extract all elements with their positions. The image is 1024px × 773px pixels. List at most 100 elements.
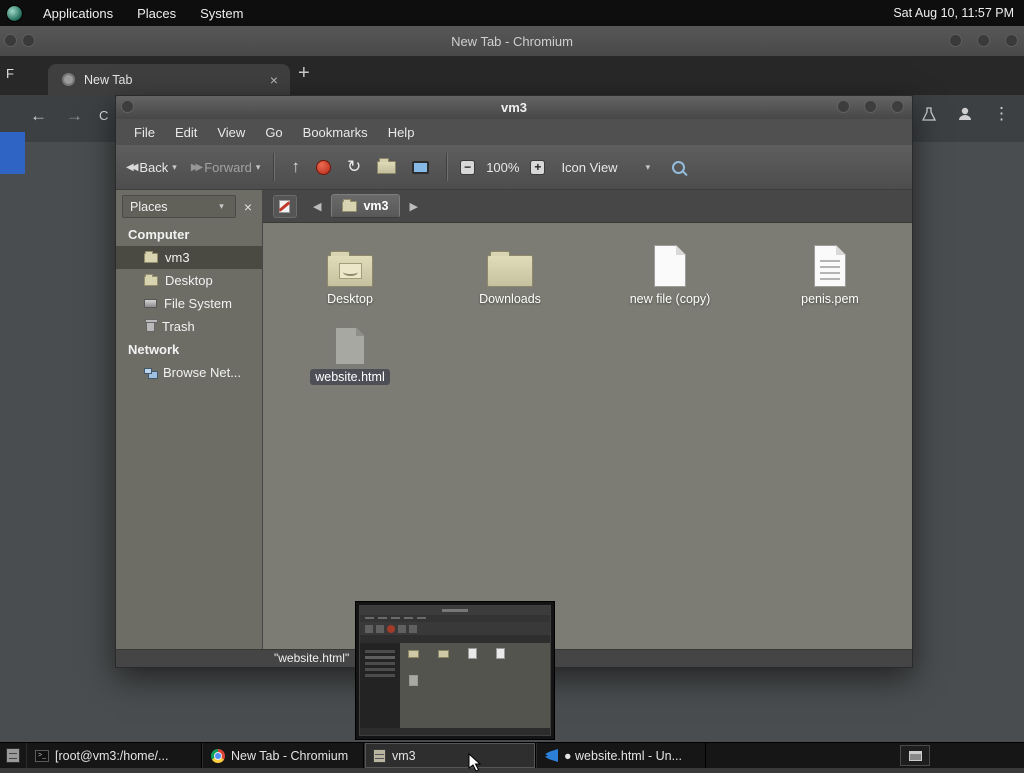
sidebar-item-browse-network[interactable]: Browse Net... [116, 361, 262, 384]
distro-menu-icon[interactable] [6, 5, 23, 22]
computer-button-icon[interactable] [412, 161, 429, 174]
home-button-icon[interactable] [377, 161, 396, 174]
tab-label: New Tab [84, 73, 132, 87]
browser-forward-icon[interactable]: → [66, 106, 83, 126]
profile-avatar-icon[interactable] [957, 106, 973, 122]
view-mode-dropdown-icon[interactable]: ▾ [646, 162, 651, 173]
menu-edit[interactable]: Edit [165, 125, 207, 140]
menu-file[interactable]: File [124, 125, 165, 140]
browser-back-icon[interactable]: ← [30, 106, 47, 126]
path-back-icon[interactable]: ◀ [313, 200, 321, 213]
sidebar-view-select[interactable]: Places ▾ [122, 195, 236, 218]
experiments-flask-icon[interactable] [921, 106, 937, 123]
sidebar-item-network[interactable]: Network [116, 338, 262, 361]
network-icon [144, 368, 152, 374]
maximize-button-icon[interactable] [977, 34, 990, 47]
browser-menu-icon[interactable]: ⋮ [993, 104, 1010, 124]
omnibox-partial-text[interactable]: C [99, 108, 108, 123]
panel-menu-places[interactable]: Places [125, 0, 188, 26]
path-button-label: vm3 [363, 199, 388, 213]
minimize-button-icon[interactable] [837, 100, 850, 113]
preview-location-bar [360, 635, 550, 643]
preview-toolbar [360, 622, 550, 635]
up-button-icon[interactable]: ↑ [291, 157, 300, 177]
zoom-in-button[interactable]: + [530, 160, 545, 175]
sidebar-item-trash[interactable]: Trash [116, 315, 262, 338]
window-button-icon[interactable] [22, 34, 35, 47]
taskbar-item-terminal[interactable]: >_ [root@vm3:/home/... [26, 743, 202, 768]
tab-favicon-icon [62, 73, 75, 86]
taskbar-preview-thumbnail [355, 601, 555, 740]
tab-new-tab[interactable]: New Tab × [48, 64, 290, 95]
file-list-area[interactable]: Desktop Downloads new file (copy) penis.… [263, 223, 912, 649]
preview-menubar [360, 615, 550, 622]
taskbar-item-chromium[interactable]: New Tab - Chromium [202, 743, 364, 768]
stop-button-icon[interactable] [316, 160, 331, 175]
toolbar-separator [273, 153, 274, 181]
menu-view[interactable]: View [207, 125, 255, 140]
edit-location-icon[interactable] [273, 195, 297, 218]
zoom-out-button[interactable]: − [460, 160, 475, 175]
panel-menu-applications[interactable]: Applications [31, 0, 125, 26]
sidebar-item-label: Network [128, 342, 179, 357]
forward-button[interactable]: Forward [204, 160, 252, 175]
back-button[interactable]: Back [139, 160, 168, 175]
file-name: website.html [310, 369, 389, 385]
close-button-icon[interactable] [1005, 34, 1018, 47]
sidebar-item-vm3[interactable]: vm3 [116, 246, 262, 269]
preview-content [400, 643, 550, 728]
menu-go[interactable]: Go [255, 125, 292, 140]
tab-close-icon[interactable]: × [270, 72, 278, 88]
forward-dropdown-icon[interactable]: ▾ [256, 162, 261, 173]
taskbar-item-vscode[interactable]: ● website.html - Un... [536, 743, 706, 768]
panel-clock[interactable]: Sat Aug 10, 11:57 PM [893, 6, 1024, 20]
file-manager-launcher[interactable] [0, 743, 26, 768]
menu-bookmarks[interactable]: Bookmarks [293, 125, 378, 140]
workspace-switcher[interactable] [900, 745, 930, 766]
file-manager-titlebar[interactable]: vm3 [116, 96, 912, 119]
panel-menu-system[interactable]: System [188, 0, 255, 26]
sidebar-item-computer[interactable]: Computer [116, 223, 262, 246]
workspace-window-icon [909, 751, 922, 761]
file-icon [335, 327, 365, 365]
new-tab-button[interactable]: + [298, 62, 310, 85]
chromium-window-title: New Tab - Chromium [451, 34, 573, 49]
document-icon [654, 245, 686, 287]
bottom-taskbar: >_ [root@vm3:/home/... New Tab - Chromiu… [0, 742, 1024, 768]
file-cabinet-icon [6, 748, 20, 763]
file-item-downloads[interactable]: Downloads [455, 243, 565, 307]
window-button-icon[interactable] [4, 34, 17, 47]
sidebar-item-desktop[interactable]: Desktop [116, 269, 262, 292]
minimize-button-icon[interactable] [949, 34, 962, 47]
zoom-level: 100% [486, 160, 519, 175]
forward-arrows-icon[interactable]: ▶▶ [191, 162, 200, 173]
file-item-website-html[interactable]: website.html [295, 321, 405, 385]
sidebar-item-file-system[interactable]: File System [116, 292, 262, 315]
back-arrows-icon[interactable]: ◀◀ [126, 162, 135, 173]
places-sidebar: Places ▾ × Computer vm3 Desktop File Sys… [116, 190, 263, 649]
chromium-titlebar[interactable]: New Tab - Chromium [0, 26, 1024, 56]
sidebar-item-label: Desktop [165, 273, 213, 288]
file-item-desktop[interactable]: Desktop [295, 243, 405, 307]
close-button-icon[interactable] [891, 100, 904, 113]
window-menu-icon[interactable] [121, 100, 134, 113]
search-icon[interactable] [672, 161, 685, 174]
view-mode-select[interactable]: Icon View [561, 160, 617, 175]
back-dropdown-icon[interactable]: ▾ [172, 162, 177, 173]
file-item-penis-pem[interactable]: penis.pem [775, 243, 885, 307]
path-button-vm3[interactable]: vm3 [331, 194, 399, 218]
taskbar-item-label: vm3 [392, 749, 416, 763]
location-bar: ◀ vm3 ▶ [263, 190, 912, 223]
sidebar-close-icon[interactable]: × [236, 199, 256, 215]
folder-icon [487, 255, 533, 287]
taskbar-item-vm3[interactable]: vm3 [364, 743, 536, 768]
file-item-new-file-copy[interactable]: new file (copy) [615, 243, 725, 307]
folder-icon [144, 253, 158, 263]
menu-help[interactable]: Help [378, 125, 425, 140]
preview-sidebar [360, 643, 400, 728]
file-name: Downloads [479, 292, 541, 306]
file-manager-window: vm3 File Edit View Go Bookmarks Help ◀◀ … [115, 95, 913, 668]
path-forward-icon[interactable]: ▶ [410, 200, 418, 213]
maximize-button-icon[interactable] [864, 100, 877, 113]
reload-button-icon[interactable]: ↻ [347, 157, 361, 177]
